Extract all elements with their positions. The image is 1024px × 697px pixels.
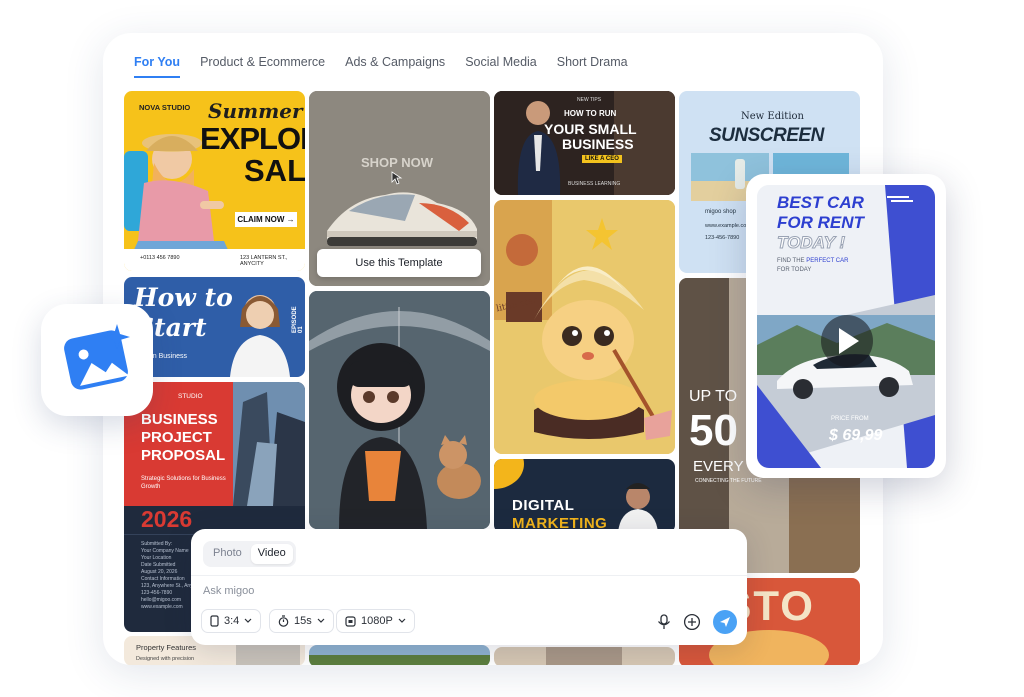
stage: For You Product & Ecommerce Ads & Campai… <box>0 0 1024 697</box>
prompt-composer: Photo Video Ask migoo 3:4 15s 1080P <box>191 529 747 645</box>
category-tabs: For You Product & Ecommerce Ads & Campai… <box>134 55 628 78</box>
chevron-down-icon <box>398 618 406 623</box>
send-button[interactable] <box>713 610 737 634</box>
tab-product-ecommerce[interactable]: Product & Ecommerce <box>200 55 325 78</box>
aspect-value: 3:4 <box>224 615 240 627</box>
proposal-line3: PROPOSAL <box>141 447 226 464</box>
tab-social-media[interactable]: Social Media <box>465 55 537 78</box>
portrait-icon <box>210 615 219 627</box>
every-label: EVERY <box>693 458 744 475</box>
yellow-accent <box>494 459 524 489</box>
explore-title: EXPLORE <box>200 121 305 156</box>
app-badge <box>41 304 153 416</box>
business-footer: BUSINESS LEARNING <box>568 181 621 187</box>
presenter-illustration <box>230 295 290 377</box>
mode-toggle: Photo Video <box>203 541 296 567</box>
microphone-icon[interactable] <box>657 614 671 630</box>
car-sub-text: FIND THE <box>777 258 805 264</box>
chevron-down-icon <box>244 618 252 623</box>
studio-label: STUDIO <box>178 393 203 400</box>
resolution-select[interactable]: 1080P <box>336 609 415 633</box>
shop-now-overlay: SHOP NOW <box>361 155 433 170</box>
future-label: CONNECTING THE FUTURE <box>695 478 762 484</box>
upto-label: UP TO <box>689 388 738 405</box>
tips-label: NEW TIPS <box>577 97 602 103</box>
car-title-2: FOR RENT <box>777 213 864 232</box>
template-landscape-strip[interactable] <box>309 645 490 665</box>
price-label: PRICE FROM <box>831 416 869 422</box>
send-icon <box>720 617 730 627</box>
timer-icon <box>278 615 289 627</box>
cursor-icon <box>391 171 403 185</box>
car-sub-text-2: FOR TODAY <box>777 267 812 273</box>
car-rent-template: BEST CAR FOR RENT TODAY ! FIND THE PERFE… <box>757 185 935 468</box>
property-photo <box>236 642 300 665</box>
sunscreen-title: SUNSCREEN <box>709 125 824 146</box>
property-subtitle: Designed with precision <box>136 656 195 662</box>
resolution-value: 1080P <box>361 615 393 627</box>
episode-label: EPISODE 01 <box>292 306 304 333</box>
tab-ads-campaigns[interactable]: Ads & Campaigns <box>345 55 445 78</box>
photo-mode-button[interactable]: Photo <box>206 544 249 564</box>
car-subtitle: FIND THE PERFECT CAR FOR TODAY <box>777 257 848 275</box>
proposal-year: 2026 <box>141 506 193 532</box>
resolution-icon <box>345 615 356 627</box>
use-template-button[interactable]: Use this Template <box>317 249 481 277</box>
template-anime-girl[interactable] <box>309 291 490 529</box>
fifty-label: 50 <box>689 406 738 455</box>
new-edition-label: New Edition <box>741 111 804 122</box>
claim-now-button[interactable]: CLAIM NOW → <box>235 212 297 227</box>
prompt-input[interactable]: Ask migoo <box>203 585 254 597</box>
sale-title: SALE <box>244 153 305 188</box>
chevron-down-icon <box>317 618 325 623</box>
video-preview-card[interactable]: BEST CAR FOR RENT TODAY ! FIND THE PERFE… <box>746 174 946 478</box>
proposal-subtitle: Strategic Solutions for Business Growth <box>141 476 226 490</box>
proposal-line2: PROJECT <box>141 429 212 446</box>
tab-short-drama[interactable]: Short Drama <box>557 55 628 78</box>
address-label: 123 LANTERN ST., ANYCITY <box>240 255 288 267</box>
business-line3: BUSINESS <box>562 136 634 152</box>
divider <box>191 575 747 576</box>
digital-line1: DIGITAL <box>512 497 575 514</box>
car-title-3: TODAY ! <box>776 233 846 253</box>
marketer-photo <box>618 483 658 533</box>
template-bottom-strip-3[interactable] <box>494 647 675 665</box>
aspect-ratio-select[interactable]: 3:4 <box>201 609 262 633</box>
add-icon[interactable] <box>683 613 701 631</box>
template-small-business[interactable]: NEW TIPS HOW TO RUN YOUR SMALL BUSINESS … <box>494 91 675 195</box>
tab-for-you[interactable]: For You <box>134 55 181 78</box>
buildings-photo <box>233 382 305 506</box>
cupcake-character-illustration <box>494 200 675 454</box>
summer-title: Summer <box>208 99 303 123</box>
business-line2: YOUR SMALL <box>544 121 637 137</box>
price-value: $ 69,99 <box>829 427 883 444</box>
duration-value: 15s <box>294 615 312 627</box>
strip-photo <box>546 647 622 665</box>
template-shop-now[interactable]: SHOP NOW Use this Template <box>309 91 490 286</box>
property-title: Property Features <box>136 643 197 652</box>
web-label: www.example.com <box>705 223 751 229</box>
image-sparkle-icon <box>64 324 130 390</box>
brand-label: NOVA STUDIO <box>139 103 191 112</box>
phone-label: 123-456-7890 <box>705 235 740 241</box>
anime-girl-illustration <box>309 291 490 529</box>
ceo-badge: LIKE A CEO <box>582 155 622 163</box>
duration-select[interactable]: 15s <box>269 609 334 633</box>
template-summer-sale[interactable]: NOVA STUDIO Summer EXPLORE SALE CLAIM NO… <box>124 91 305 271</box>
car-sub-highlight: PERFECT CAR <box>806 258 849 264</box>
shop-label: migoo shop <box>705 209 737 215</box>
car-title-1: BEST CAR <box>777 193 864 212</box>
template-digital-marketing[interactable]: DIGITAL MARKETING <box>494 459 675 533</box>
phone-label: +0113 456 7890 <box>140 255 180 261</box>
template-cute-character[interactable]: little star <box>494 200 675 454</box>
business-line1: HOW TO RUN <box>564 109 617 118</box>
landscape-hills <box>309 655 490 665</box>
video-mode-button[interactable]: Video <box>250 544 293 564</box>
